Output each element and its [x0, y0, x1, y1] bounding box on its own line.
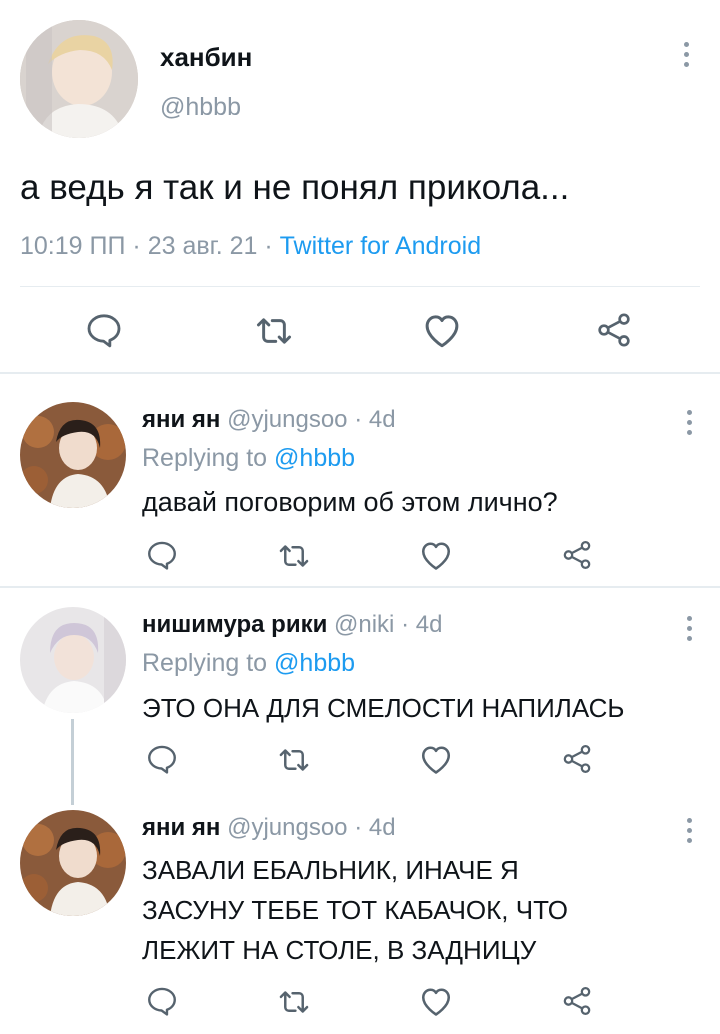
replying-to-label: Replying to	[142, 649, 268, 677]
reply-text-line: ЗАВАЛИ ЕБАЛЬНИК, ИНАЧЕ Я	[142, 855, 519, 885]
reply-header: яни ян @yjungsoo · 4d	[142, 405, 396, 435]
avatar-photo	[20, 402, 126, 508]
reply-text-line: ЛЕЖИТ НА СТОЛЕ, В ЗАДНИЦУ	[142, 935, 537, 965]
avatar[interactable]	[20, 20, 138, 138]
author-name[interactable]: яни ян	[142, 406, 220, 433]
author-handle[interactable]: @yjungsoo	[227, 406, 347, 433]
author-name[interactable]: яни ян	[142, 814, 220, 841]
author-handle[interactable]: @niki	[334, 611, 394, 638]
reply-icon[interactable]	[84, 310, 124, 350]
thread-line	[71, 719, 74, 805]
reply-icon[interactable]	[145, 538, 179, 572]
tweet-time: 10:19 ПП	[20, 232, 126, 260]
reply-icon[interactable]	[145, 742, 179, 776]
retweet-icon[interactable]	[276, 986, 312, 1018]
heart-icon[interactable]	[418, 538, 454, 572]
more-options-icon[interactable]	[687, 616, 693, 646]
share-icon[interactable]	[560, 742, 594, 776]
replying-to-label: Replying to	[142, 444, 268, 472]
author-handle[interactable]: @hbbb	[160, 92, 241, 122]
retweet-icon[interactable]	[253, 312, 295, 350]
avatar-photo	[20, 810, 126, 916]
divider	[0, 586, 720, 588]
more-options-icon[interactable]	[687, 410, 693, 440]
tweet-meta: 10:19 ПП · 23 авг. 21 · Twitter for Andr…	[20, 230, 481, 262]
reply-text: давай поговорим об этом лично?	[142, 487, 558, 517]
divider	[0, 372, 720, 374]
more-options-icon[interactable]	[684, 42, 690, 72]
reply-header: нишимура рики @niki · 4d	[142, 610, 442, 640]
tweet-date: 23 авг. 21	[147, 232, 258, 260]
reply-age: 4d	[368, 814, 396, 841]
retweet-icon[interactable]	[276, 540, 312, 572]
share-icon[interactable]	[560, 538, 594, 572]
meta-separator: ·	[401, 611, 410, 638]
avatar[interactable]	[20, 607, 126, 713]
share-icon[interactable]	[560, 984, 594, 1018]
author-handle[interactable]: @yjungsoo	[227, 814, 347, 841]
reply-text: ЭТО ОНА ДЛЯ СМЕЛОСТИ НАПИЛАСЬ	[142, 693, 625, 723]
reply-age: 4d	[368, 406, 396, 433]
author-name[interactable]: ханбин	[160, 42, 252, 72]
reply-age: 4d	[415, 611, 443, 638]
avatar[interactable]	[20, 402, 126, 508]
replying-to-handle[interactable]: @hbbb	[274, 444, 355, 472]
reply-text-line: ЗАСУНУ ТЕБЕ ТОТ КАБАЧОК, ЧТО	[142, 895, 569, 925]
avatar-photo	[20, 607, 126, 713]
heart-icon[interactable]	[421, 310, 463, 350]
meta-separator: ·	[264, 232, 273, 260]
heart-icon[interactable]	[418, 742, 454, 776]
heart-icon[interactable]	[418, 984, 454, 1018]
reply-icon[interactable]	[145, 984, 179, 1018]
author-name[interactable]: нишимура рики	[142, 611, 327, 638]
replying-to-handle[interactable]: @hbbb	[274, 649, 355, 677]
retweet-icon[interactable]	[276, 744, 312, 776]
avatar[interactable]	[20, 810, 126, 916]
meta-separator: ·	[354, 814, 363, 841]
avatar-photo	[20, 20, 138, 138]
tweet-source-link[interactable]: Twitter for Android	[280, 232, 481, 260]
share-icon[interactable]	[594, 310, 634, 350]
replying-to: Replying to @hbbb	[142, 647, 355, 679]
tweet-text: а ведь я так и не понял прикола...	[20, 168, 570, 207]
meta-separator: ·	[354, 406, 363, 433]
divider	[20, 286, 700, 287]
meta-separator: ·	[132, 232, 141, 260]
more-options-icon[interactable]	[687, 818, 693, 848]
reply-header: яни ян @yjungsoo · 4d	[142, 813, 396, 843]
replying-to: Replying to @hbbb	[142, 442, 355, 474]
